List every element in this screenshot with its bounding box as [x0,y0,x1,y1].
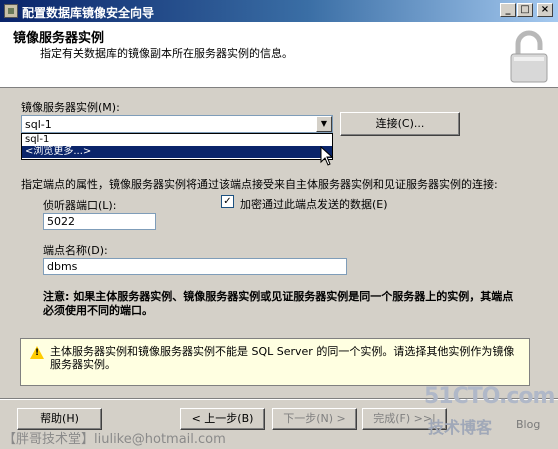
watermark-blog: Blog [516,418,541,431]
watermark-cn: 技术博客 [428,418,493,437]
endpoint-name-input[interactable]: dbms [43,258,347,275]
dropdown-option[interactable]: sql-1 [22,134,332,146]
port-label: 侦听器端口(L): [43,199,117,212]
help-button[interactable]: 帮助(H) [17,408,102,430]
maximize-button[interactable]: □ [517,3,533,17]
endpoint-name-label: 端点名称(D): [43,244,108,257]
mirror-instance-combo[interactable]: sql-1 ▼ [21,115,333,133]
mirror-instance-value: sql-1 [25,118,52,131]
next-button[interactable]: 下一步(N) > [272,408,357,430]
window-title: 配置数据库镜像安全向导 [22,6,155,20]
mouse-cursor-icon [320,146,334,166]
watermark-logo: 51CTO.com [424,384,555,409]
mirror-instance-dropdown: sql-1 <浏览更多...> [21,133,333,160]
back-button[interactable]: < 上一步(B) [180,408,265,430]
app-icon [4,4,18,18]
chevron-down-icon[interactable]: ▼ [316,116,332,132]
title-bar: 配置数据库镜像安全向导 _ □ × [0,0,558,22]
warning-box: 主体服务器实例和镜像服务器实例不能是 SQL Server 的同一个实例。请选择… [20,338,530,386]
encrypt-checkbox[interactable]: ✓ [221,195,234,208]
endpoint-description: 指定端点的属性，镜像服务器实例将通过该端点接受来自主体服务器实例和见证服务器实例… [21,178,498,191]
dropdown-option-browse[interactable]: <浏览更多...> [22,146,332,158]
mirror-instance-label: 镜像服务器实例(M): [21,101,120,114]
wizard-header: 镜像服务器实例 指定有关数据库的镜像副本所在服务器实例的信息。 [0,22,558,88]
lock-icon [510,30,548,83]
warning-text: 主体服务器实例和镜像服务器实例不能是 SQL Server 的同一个实例。请选择… [50,345,515,371]
listener-port-input[interactable]: 5022 [43,213,156,230]
page-subtitle: 指定有关数据库的镜像副本所在服务器实例的信息。 [40,47,293,60]
warning-icon [30,346,44,359]
port-note: 注意: 如果主体服务器实例、镜像服务器实例或见证服务器实例是同一个服务器上的实例… [43,290,514,317]
watermark-left: 【胖哥技术堂】liulike@hotmail.com [3,432,226,447]
connect-button[interactable]: 连接(C)... [340,112,460,136]
page-title: 镜像服务器实例 [13,31,105,46]
encrypt-label: 加密通过此端点发送的数据(E) [240,198,388,211]
minimize-button[interactable]: _ [500,3,516,17]
close-button[interactable]: × [537,3,553,17]
